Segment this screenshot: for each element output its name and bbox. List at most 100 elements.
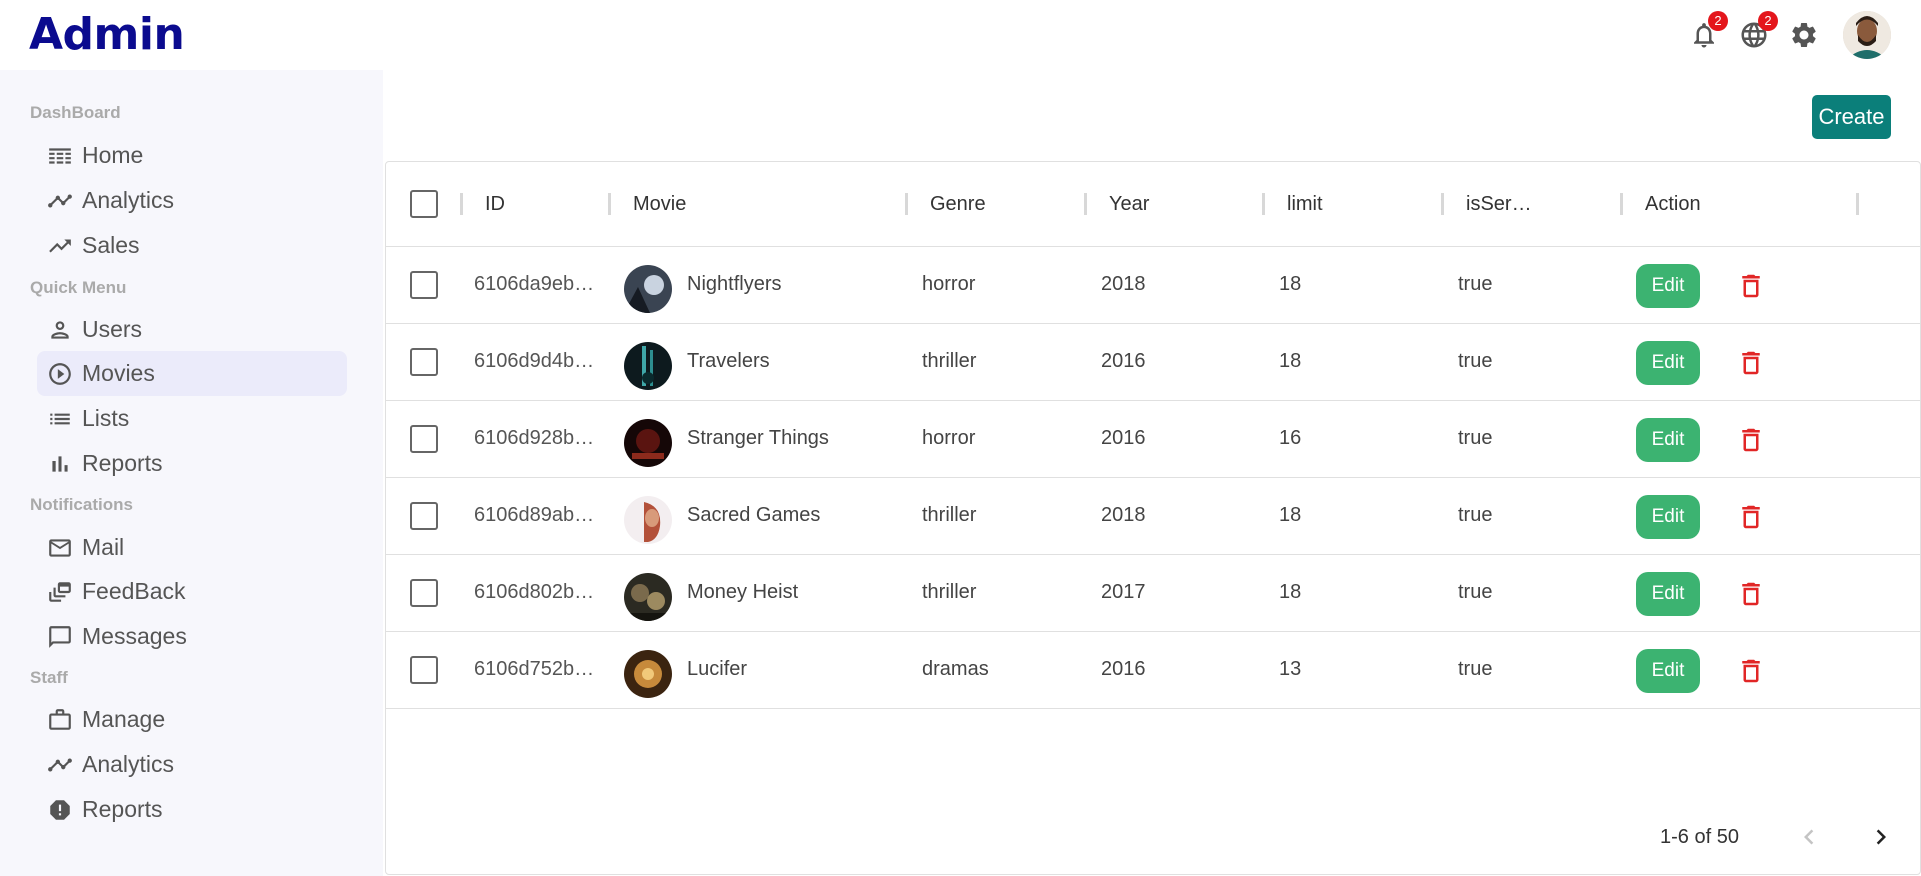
- cell-year: 2016: [1101, 350, 1146, 372]
- cell-is-series: true: [1458, 504, 1493, 526]
- column-separator[interactable]: [1441, 193, 1444, 215]
- column-separator[interactable]: [608, 193, 611, 215]
- cell-is-series: true: [1458, 350, 1493, 372]
- sidebar-item-messages[interactable]: Messages: [37, 614, 347, 659]
- column-separator[interactable]: [1856, 193, 1859, 215]
- column-header-is-series[interactable]: isSer…: [1466, 193, 1532, 216]
- cell-id: 6106d928b…: [474, 427, 595, 449]
- sidebar-item-home[interactable]: Home: [37, 133, 347, 178]
- column-separator[interactable]: [1084, 193, 1087, 215]
- edit-button[interactable]: Edit: [1636, 418, 1700, 462]
- sidebar-item-label: Manage: [82, 706, 166, 732]
- sidebar-item-reports[interactable]: Reports: [37, 441, 347, 486]
- language-globe-icon[interactable]: 2: [1739, 11, 1778, 50]
- create-button[interactable]: Create: [1812, 95, 1891, 139]
- sidebar-item-movies[interactable]: Movies: [37, 351, 347, 396]
- bar-chart-icon: [46, 450, 74, 478]
- sidebar-item-label: Reports: [82, 450, 163, 476]
- app-logo: Admin: [29, 9, 185, 60]
- top-icons: 2 2: [1669, 10, 1891, 60]
- person-icon: [46, 316, 74, 344]
- sidebar: DashBoard Home Analytics Sales Quick Men…: [0, 70, 383, 876]
- cell-year: 2017: [1101, 581, 1146, 603]
- delete-trash-icon[interactable]: [1736, 271, 1766, 301]
- row-checkbox[interactable]: [410, 579, 438, 607]
- edit-button[interactable]: Edit: [1636, 649, 1700, 693]
- cell-is-series: true: [1458, 427, 1493, 449]
- edit-button[interactable]: Edit: [1636, 495, 1700, 539]
- delete-trash-icon[interactable]: [1736, 425, 1766, 455]
- sidebar-item-feedback[interactable]: FeedBack: [37, 569, 347, 614]
- cell-id: 6106da9eb…: [474, 273, 595, 295]
- sidebar-item-mail[interactable]: Mail: [37, 525, 347, 570]
- column-header-limit[interactable]: limit: [1287, 193, 1323, 216]
- select-all-checkbox[interactable]: [410, 190, 438, 218]
- column-header-id[interactable]: ID: [485, 193, 505, 216]
- sidebar-item-staff-analytics[interactable]: Analytics: [37, 742, 347, 787]
- row-checkbox[interactable]: [410, 271, 438, 299]
- notifications-bell-icon[interactable]: 2: [1689, 11, 1728, 50]
- edit-button[interactable]: Edit: [1636, 264, 1700, 308]
- column-header-year[interactable]: Year: [1109, 193, 1149, 216]
- sidebar-item-sales[interactable]: Sales: [37, 223, 347, 268]
- table-row[interactable]: 6106d752b… Lucifer dramas 2016 13 true E…: [386, 632, 1920, 709]
- cell-genre: horror: [922, 427, 976, 449]
- cell-year: 2016: [1101, 658, 1146, 680]
- cell-genre: horror: [922, 273, 976, 295]
- cell-year: 2018: [1101, 504, 1146, 526]
- column-separator[interactable]: [460, 193, 463, 215]
- cell-genre: dramas: [922, 658, 989, 680]
- sidebar-item-label: Sales: [82, 232, 140, 258]
- column-separator[interactable]: [1620, 193, 1623, 215]
- row-checkbox[interactable]: [410, 502, 438, 530]
- delete-trash-icon[interactable]: [1736, 348, 1766, 378]
- edit-button[interactable]: Edit: [1636, 572, 1700, 616]
- column-header-movie[interactable]: Movie: [633, 193, 686, 216]
- cell-genre: thriller: [922, 581, 977, 603]
- sidebar-item-analytics[interactable]: Analytics: [37, 178, 347, 223]
- cell-movie: Money Heist: [687, 581, 799, 603]
- user-avatar[interactable]: [1843, 11, 1891, 59]
- sidebar-item-manage[interactable]: Manage: [37, 697, 347, 742]
- delete-trash-icon[interactable]: [1736, 502, 1766, 532]
- row-checkbox[interactable]: [410, 656, 438, 684]
- sidebar-item-label: Home: [82, 142, 144, 168]
- cell-limit: 16: [1279, 427, 1302, 449]
- table-row[interactable]: 6106d89ab… Sacred Games thriller 2018 18…: [386, 478, 1920, 555]
- cell-movie: Travelers: [687, 350, 770, 372]
- cell-id: 6106d9d4b…: [474, 350, 595, 372]
- column-separator[interactable]: [1262, 193, 1265, 215]
- sidebar-item-lists[interactable]: Lists: [37, 396, 347, 441]
- sidebar-item-staff-reports[interactable]: Reports: [37, 787, 347, 832]
- sidebar-item-label: FeedBack: [82, 578, 186, 604]
- sidebar-item-label: Messages: [82, 623, 187, 649]
- movie-thumbnail: [624, 650, 672, 698]
- table-row[interactable]: 6106da9eb… Nightflyers horror 2018 18 tr…: [386, 247, 1920, 324]
- mail-icon: [46, 534, 74, 562]
- sidebar-item-label: Reports: [82, 796, 163, 822]
- column-header-action[interactable]: Action: [1645, 193, 1701, 216]
- sidebar-section-title: Notifications: [30, 495, 133, 514]
- row-checkbox[interactable]: [410, 348, 438, 376]
- table-row[interactable]: 6106d9d4b… Travelers thriller 2016 18 tr…: [386, 324, 1920, 401]
- column-header-genre[interactable]: Genre: [930, 193, 986, 216]
- table-row[interactable]: 6106d802b… Money Heist thriller 2017 18 …: [386, 555, 1920, 632]
- sidebar-item-users[interactable]: Users: [37, 307, 347, 352]
- table-row[interactable]: 6106d928b… Stranger Things horror 2016 1…: [386, 401, 1920, 478]
- home-icon: [46, 142, 74, 170]
- settings-gear-icon[interactable]: [1789, 20, 1819, 50]
- delete-trash-icon[interactable]: [1736, 656, 1766, 686]
- language-badge: 2: [1758, 11, 1778, 31]
- cell-limit: 18: [1279, 350, 1302, 372]
- column-separator[interactable]: [905, 193, 908, 215]
- cell-year: 2016: [1101, 427, 1146, 449]
- next-page-chevron-icon[interactable]: [1863, 819, 1899, 855]
- row-checkbox[interactable]: [410, 425, 438, 453]
- delete-trash-icon[interactable]: [1736, 579, 1766, 609]
- movie-thumbnail: [624, 342, 672, 390]
- cell-genre: thriller: [922, 350, 977, 372]
- previous-page-chevron-icon[interactable]: [1791, 819, 1827, 855]
- sidebar-item-label: Users: [82, 316, 143, 342]
- cell-movie: Lucifer: [687, 658, 748, 680]
- edit-button[interactable]: Edit: [1636, 341, 1700, 385]
